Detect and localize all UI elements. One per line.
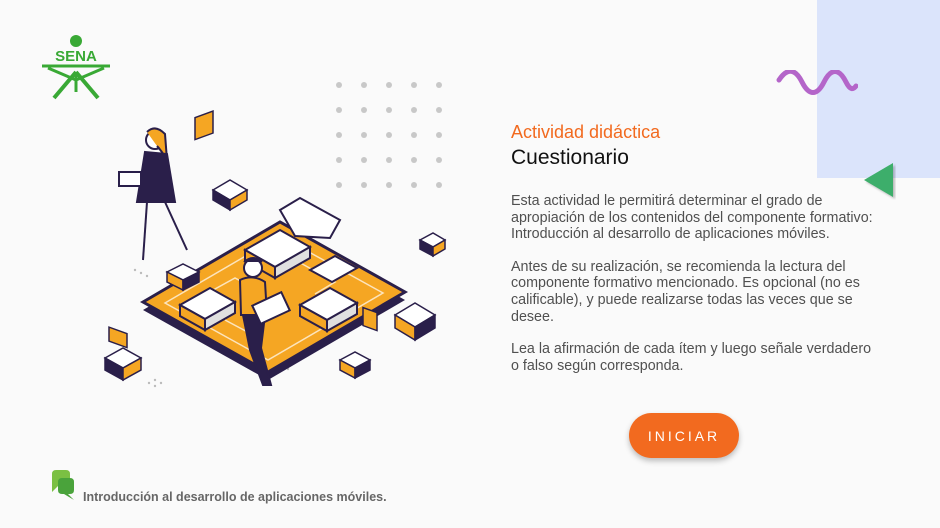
description-paragraph-3: Lea la afirmación de cada ítem y luego s… [511,341,872,374]
sena-logo-icon: SENA [40,34,112,105]
course-title: Introducción al desarrollo de aplicacion… [83,490,387,504]
description-paragraph-1: Esta actividad le permitirá determinar e… [511,193,873,243]
description-paragraph-2: Antes de su realización, se recomienda l… [511,258,860,325]
chat-bubble-icon [52,470,74,500]
activity-subtitle: Actividad didáctica [511,122,661,142]
start-button[interactable]: INICIAR [629,413,739,458]
activity-title: Cuestionario [511,146,629,169]
activity-info: Actividad didáctica Cuestionario Esta ac… [511,121,881,374]
logo-text: SENA [55,48,97,65]
wave-decoration-icon [776,70,858,95]
mobile-development-illustration [103,110,447,388]
